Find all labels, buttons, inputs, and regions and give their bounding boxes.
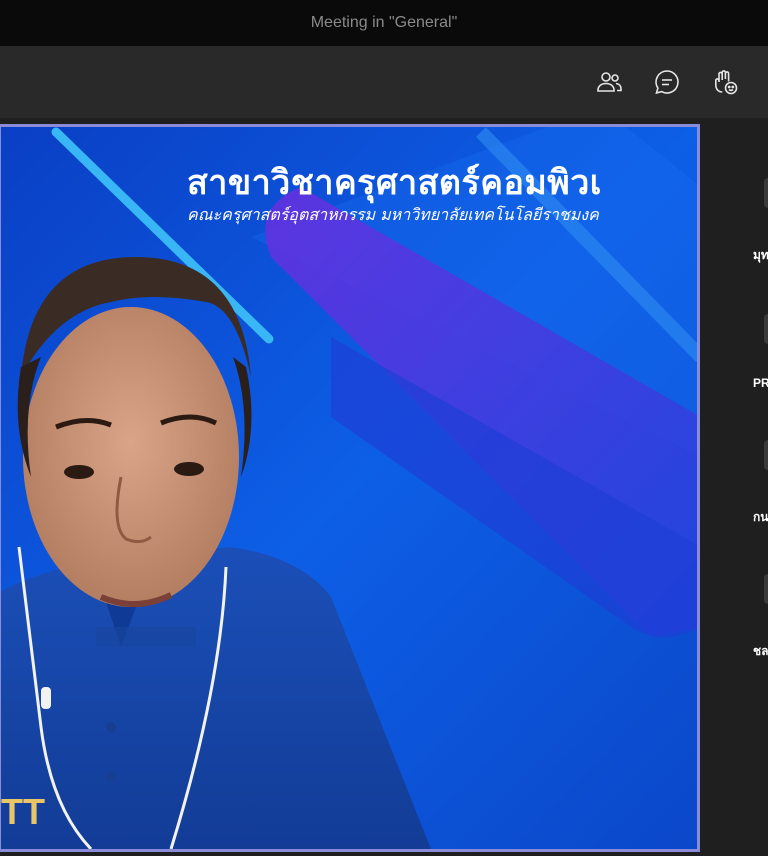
participants-button[interactable] bbox=[591, 64, 627, 100]
meeting-title: Meeting in "General" bbox=[310, 14, 458, 31]
video-frame bbox=[1, 127, 697, 849]
meeting-stage: สาขาวิชาครุศาสตร์คอมพิวเ คณะครุศาสตร์อุต… bbox=[0, 118, 768, 856]
participant-avatar[interactable] bbox=[764, 574, 768, 604]
participant-avatar[interactable] bbox=[764, 314, 768, 344]
raise-hand-button[interactable] bbox=[707, 64, 743, 100]
participant-list: มุท PR กน ชล bbox=[700, 118, 768, 856]
chat-icon bbox=[655, 70, 679, 95]
window-title-bar: Meeting in "General" bbox=[0, 0, 768, 46]
participant-avatar[interactable] bbox=[764, 178, 768, 208]
active-speaker-video[interactable]: สาขาวิชาครุศาสตร์คอมพิวเ คณะครุศาสตร์อุต… bbox=[0, 124, 700, 852]
banner-title-text: สาขาวิชาครุศาสตร์คอมพิวเ bbox=[187, 163, 602, 203]
raise-hand-icon bbox=[715, 70, 738, 95]
meeting-toolbar bbox=[0, 46, 768, 118]
banner-subtitle-text: คณะครุศาสตร์อุตสาหกรรม มหาวิทยาลัยเทคโนโ… bbox=[187, 205, 599, 224]
shirt-logo: TT bbox=[1, 791, 45, 832]
participant-name: มุท bbox=[753, 248, 768, 262]
people-icon bbox=[597, 72, 622, 92]
participant-avatar[interactable] bbox=[764, 440, 768, 470]
chat-button[interactable] bbox=[649, 64, 685, 100]
participant-name: กน bbox=[753, 510, 768, 524]
participant-name: ชล bbox=[753, 644, 768, 658]
participant-name: PR bbox=[753, 376, 768, 390]
